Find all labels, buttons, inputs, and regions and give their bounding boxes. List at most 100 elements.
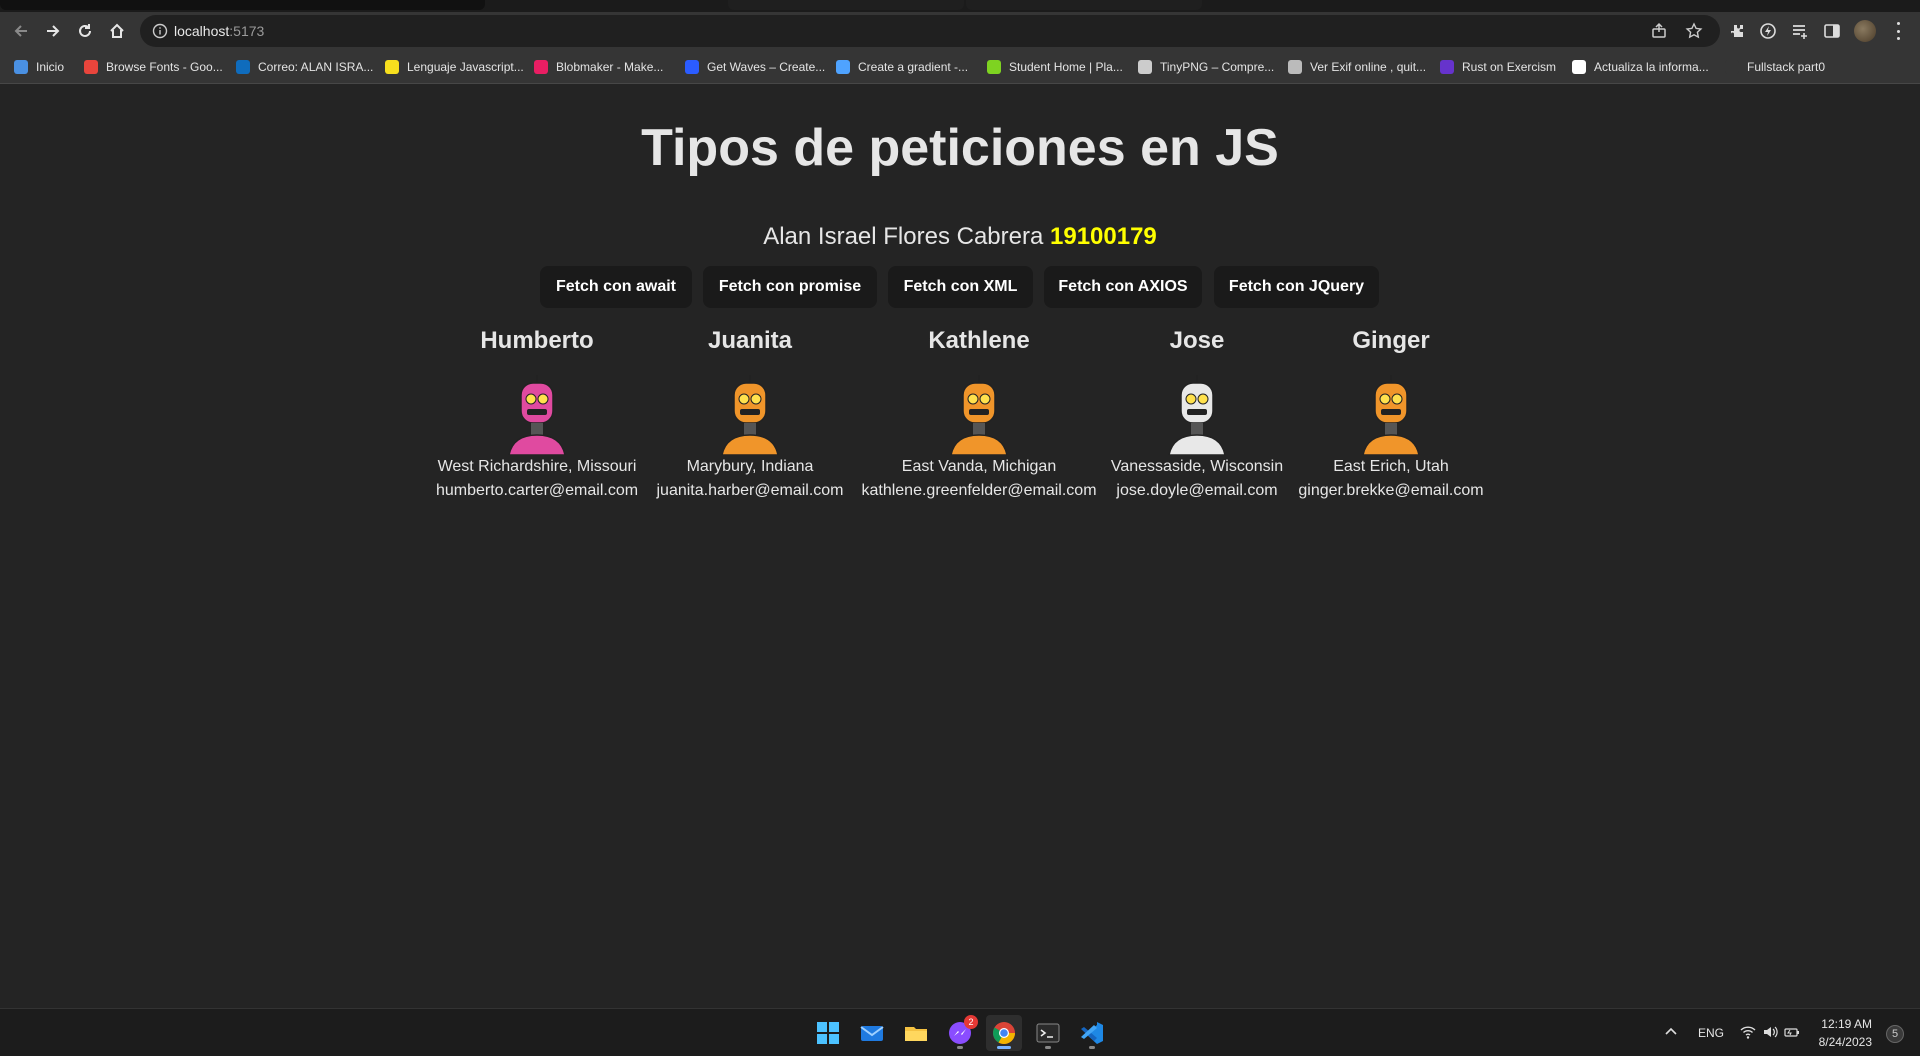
fetch-axios-button[interactable]: Fetch con AXIOS	[1044, 266, 1202, 308]
browser-menu-icon[interactable]	[1890, 22, 1906, 40]
site-info-icon[interactable]	[152, 23, 168, 39]
browser-tab[interactable]	[728, 0, 964, 10]
terminal-icon	[1036, 1023, 1060, 1043]
bookmark-label: TinyPNG – Compre...	[1160, 60, 1275, 74]
bookmark-item[interactable]: Get Waves – Create...	[685, 58, 825, 76]
messenger-app[interactable]: 2	[942, 1015, 978, 1051]
battery-icon[interactable]	[1784, 1024, 1800, 1040]
bookmark-label: Student Home | Pla...	[1009, 60, 1123, 74]
user-card: Humberto West Richardshire, Missouri humbe…	[417, 327, 657, 503]
robot-avatar-icon	[1362, 375, 1420, 455]
bookmark-item[interactable]: Lenguaje Javascript...	[385, 58, 524, 76]
user-name: Ginger	[1352, 327, 1430, 354]
fetch-promise-button[interactable]: Fetch con promise	[703, 266, 877, 308]
user-location: East Vanda, Michigan	[901, 458, 1057, 475]
bookmark-label: Rust on Exercism	[1462, 60, 1557, 74]
extensions-icon[interactable]	[1727, 21, 1747, 41]
start-button[interactable]	[810, 1015, 846, 1051]
user-email: ginger.brekke@email.com	[1298, 482, 1484, 499]
bookmark-star-icon[interactable]	[1685, 22, 1703, 40]
start-icon	[817, 1022, 839, 1044]
profile-avatar[interactable]	[1854, 20, 1876, 42]
language-indicator[interactable]: ENG	[1698, 1026, 1724, 1040]
chrome-app[interactable]	[986, 1015, 1022, 1051]
mail-app[interactable]	[854, 1015, 890, 1051]
home-button[interactable]	[102, 16, 132, 46]
bookmark-item[interactable]: Student Home | Pla...	[987, 58, 1123, 76]
bookmark-item[interactable]: Blobmaker - Make...	[534, 58, 663, 76]
bookmark-favicon-icon	[836, 60, 850, 74]
reading-list-icon[interactable]	[1790, 21, 1810, 41]
user-card: Ginger East Erich, Utah ginger.brekke@emai…	[1271, 327, 1511, 503]
forward-button[interactable]	[38, 16, 68, 46]
tray-overflow-icon[interactable]	[1664, 1024, 1678, 1038]
fetch-await-button[interactable]: Fetch con await	[540, 266, 692, 308]
bookmark-favicon-icon	[236, 60, 250, 74]
bookmark-label: Blobmaker - Make...	[556, 60, 664, 74]
bookmark-label: Get Waves – Create...	[707, 60, 826, 74]
user-email: juanita.harber@email.com	[656, 482, 844, 499]
bookmark-item[interactable]: Browse Fonts - Goo...	[84, 58, 223, 76]
user-location: East Erich, Utah	[1333, 458, 1449, 475]
bookmark-favicon-icon	[685, 60, 699, 74]
bookmark-item[interactable]: Actualiza la informa...	[1572, 58, 1709, 76]
address-bar[interactable]: localhost:5173	[140, 15, 1720, 47]
student-id: 19100179	[1050, 223, 1157, 250]
tab-strip	[0, 0, 1920, 12]
user-name: Juanita	[707, 327, 793, 354]
fetch-xml-button[interactable]: Fetch con XML	[888, 266, 1033, 308]
bookmark-label: Ver Exif online , quit...	[1310, 60, 1427, 74]
vscode-icon	[1081, 1022, 1103, 1044]
clock-time[interactable]: 12:19 AM	[1820, 1017, 1872, 1031]
vscode-app[interactable]	[1074, 1015, 1110, 1051]
user-location: Marybury, Indiana	[686, 458, 814, 475]
bookmark-item[interactable]: Correo: ALAN ISRA...	[236, 58, 373, 76]
reload-icon	[79, 24, 91, 37]
performance-icon[interactable]	[1758, 21, 1778, 41]
bookmark-item[interactable]: Rust on Exercism	[1440, 58, 1556, 76]
volume-icon[interactable]	[1762, 1024, 1778, 1040]
browser-toolbar: localhost:5173	[0, 12, 1920, 50]
browser-tab[interactable]	[966, 0, 1202, 10]
share-icon[interactable]	[1650, 22, 1668, 40]
file-explorer-app[interactable]	[898, 1015, 934, 1051]
bookmark-favicon-icon	[84, 60, 98, 74]
browser-tab[interactable]	[0, 0, 485, 10]
reload-button[interactable]	[70, 16, 100, 46]
file-explorer-icon	[905, 1027, 927, 1041]
notification-badge[interactable]: 5	[1886, 1025, 1904, 1043]
side-panel-icon[interactable]	[1822, 21, 1842, 41]
bookmark-favicon-icon	[385, 60, 399, 74]
wifi-icon[interactable]	[1740, 1024, 1756, 1040]
bookmark-favicon-icon	[14, 60, 28, 74]
bookmark-item[interactable]: Create a gradient -...	[836, 58, 968, 76]
terminal-app[interactable]	[1030, 1015, 1066, 1051]
bookmarks-bar: Inicio Browse Fonts - Goo... Correo: ALAN …	[0, 50, 1920, 84]
back-button[interactable]	[6, 16, 36, 46]
user-card: Juanita Marybury, Indiana juanita.harber@e…	[630, 327, 870, 503]
bookmark-item[interactable]: TinyPNG – Compre...	[1138, 58, 1274, 76]
robot-avatar-icon	[721, 375, 779, 455]
user-email: kathlene.greenfelder@email.com	[861, 482, 1097, 499]
bookmark-favicon-icon	[1138, 60, 1152, 74]
robot-avatar-icon	[950, 375, 1008, 455]
bookmark-item[interactable]: Ver Exif online , quit...	[1288, 58, 1426, 76]
clock-date[interactable]: 8/24/2023	[1812, 1035, 1872, 1049]
user-email: humberto.carter@email.com	[435, 482, 639, 499]
user-name: Kathlene	[928, 327, 1030, 354]
bookmark-favicon-icon	[1288, 60, 1302, 74]
bookmark-favicon-icon	[987, 60, 1001, 74]
bookmark-item[interactable]: Fullstack part0	[1725, 58, 1825, 76]
bookmark-label: Fullstack part0	[1747, 60, 1826, 74]
taskbar: 2 ENG 12:19 AM 8/24/2023 5	[0, 1008, 1920, 1056]
messenger-badge: 2	[964, 1015, 978, 1029]
chrome-icon	[993, 1022, 1015, 1044]
user-card: Kathlene East Vanda, Michigan kathlene.gre…	[859, 327, 1099, 503]
bookmark-item[interactable]: Inicio	[14, 58, 64, 76]
url-text: localhost:5173	[174, 23, 265, 39]
author-name: Alan Israel Flores Cabrera	[763, 223, 1044, 250]
fetch-jquery-button[interactable]: Fetch con JQuery	[1214, 266, 1379, 308]
bookmark-label: Correo: ALAN ISRA...	[258, 60, 374, 74]
bookmark-label: Create a gradient -...	[858, 60, 969, 74]
home-icon	[110, 23, 124, 38]
